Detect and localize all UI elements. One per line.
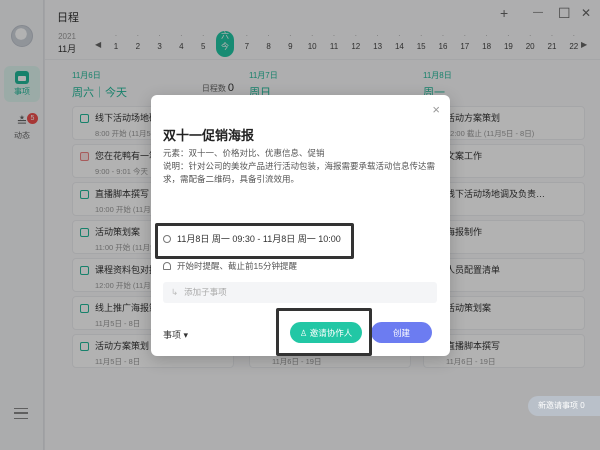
subtask-arrow-icon: ↳ — [171, 287, 179, 297]
chevron-down-icon: ▾ — [183, 330, 189, 340]
modal-title: 双十一促销海报 — [163, 128, 255, 143]
invite-label: 邀请协作人 — [309, 327, 353, 338]
task-detail-modal: × 双十一促销海报 元素：双十一、价格对比、优惠信息、促销 说明：针对公司的美妆… — [151, 95, 450, 356]
modal-description: 元素：双十一、价格对比、优惠信息、促销 说明：针对公司的美妆产品进行活动包装，海… — [163, 147, 441, 186]
time-range: 11月8日 周一 09:30 - 11月8日 周一 10:00 — [177, 234, 341, 244]
subtask-placeholder: 添加子事项 — [184, 287, 227, 297]
description-text: 说明：针对公司的美妆产品进行活动包装，海报需要承载活动信息传达需求，需配备二维码… — [163, 161, 436, 184]
reminder-row[interactable]: 开始时提醒、截止前15分钟提醒 — [163, 260, 297, 272]
clock-icon — [163, 235, 171, 243]
type-label: 事项 — [163, 330, 182, 340]
type-selector[interactable]: 事项 ▾ — [163, 328, 188, 341]
new-invite-badge[interactable]: 新邀请事项 0 — [528, 396, 600, 416]
user-icon: ♙ — [299, 327, 308, 338]
add-subtask-input[interactable]: ↳ 添加子事项 — [163, 282, 437, 303]
invite-collaborator-button[interactable]: ♙ 邀请协作人 — [290, 322, 362, 343]
create-button[interactable]: 创建 — [371, 322, 432, 343]
time-row[interactable]: 11月8日 周一 09:30 - 11月8日 周一 10:00 — [163, 232, 341, 246]
elements-text: 元素：双十一、价格对比、优惠信息、促销 — [163, 148, 325, 158]
reminder-text: 开始时提醒、截止前15分钟提醒 — [177, 261, 297, 271]
bell-icon — [163, 262, 171, 270]
modal-close-icon[interactable]: × — [432, 102, 440, 117]
